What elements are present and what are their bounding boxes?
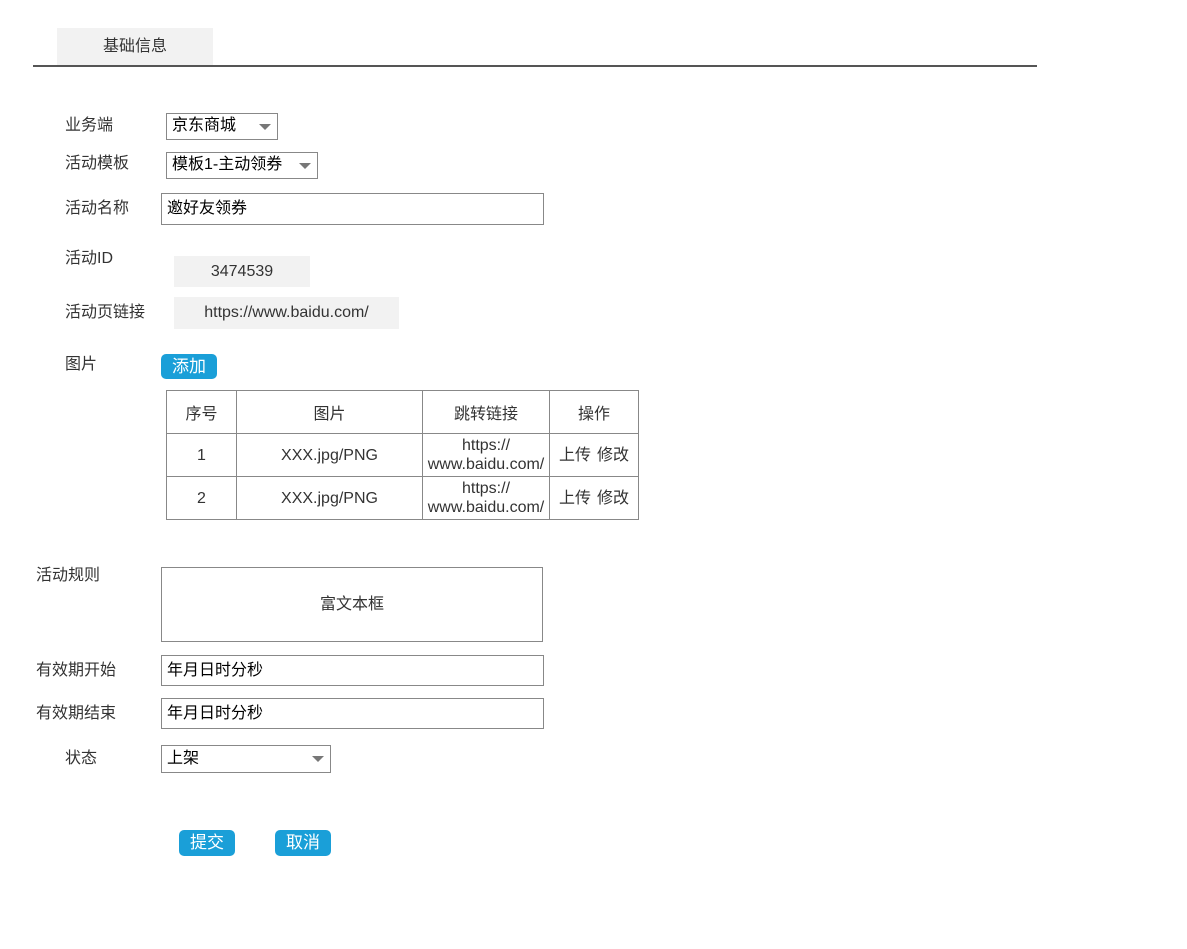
page-link-label: 活动页链接 <box>65 304 146 321</box>
add-image-button[interactable]: 添加 <box>161 354 217 379</box>
rules-label: 活动规则 <box>36 567 101 584</box>
image-table: 序号 图片 跳转链接 操作 1 XXX.jpg/PNG https:// www… <box>166 390 639 520</box>
header-index: 序号 <box>166 390 237 434</box>
activity-name-input[interactable]: 邀好友领券 <box>161 193 544 225</box>
edit-link[interactable]: 修改 <box>597 447 629 464</box>
upload-link[interactable]: 上传 <box>559 490 591 507</box>
row-index: 1 <box>166 433 237 477</box>
image-label: 图片 <box>65 356 98 373</box>
tab-basic-info[interactable]: 基础信息 <box>57 28 213 65</box>
table-header-row: 序号 图片 跳转链接 操作 <box>166 390 639 434</box>
header-action: 操作 <box>549 390 639 434</box>
business-select-value: 京东商城 <box>172 117 237 134</box>
template-select[interactable]: 模板1-主动领券 <box>166 152 318 179</box>
row-link-line1: https:// <box>461 480 511 497</box>
cancel-button[interactable]: 取消 <box>275 830 331 856</box>
header-link: 跳转链接 <box>422 390 550 434</box>
page-link-value: https://www.baidu.com/ <box>174 297 399 329</box>
status-select-value: 上架 <box>167 750 200 767</box>
rules-rich-text-editor[interactable]: 富文本框 <box>161 567 543 642</box>
tab-divider <box>33 65 1037 67</box>
template-label: 活动模板 <box>65 155 130 172</box>
chevron-down-icon <box>299 163 311 169</box>
valid-end-label: 有效期结束 <box>36 705 117 722</box>
header-image: 图片 <box>236 390 423 434</box>
activity-id-value: 3474539 <box>174 256 310 287</box>
row-link[interactable]: https:// www.baidu.com/ <box>422 433 550 477</box>
valid-start-input[interactable]: 年月日时分秒 <box>161 655 544 686</box>
table-row: 2 XXX.jpg/PNG https:// www.baidu.com/ 上传… <box>166 476 639 520</box>
row-link[interactable]: https:// www.baidu.com/ <box>422 476 550 520</box>
template-select-value: 模板1-主动领券 <box>172 156 283 173</box>
valid-start-label: 有效期开始 <box>36 662 117 679</box>
valid-end-input[interactable]: 年月日时分秒 <box>161 698 544 729</box>
submit-button[interactable]: 提交 <box>179 830 235 856</box>
row-actions: 上传 修改 <box>549 433 639 477</box>
row-image: XXX.jpg/PNG <box>236 476 423 520</box>
business-select[interactable]: 京东商城 <box>166 113 278 140</box>
status-select[interactable]: 上架 <box>161 745 331 773</box>
row-link-line2: www.baidu.com/ <box>427 456 545 473</box>
row-actions: 上传 修改 <box>549 476 639 520</box>
chevron-down-icon <box>259 124 271 130</box>
chevron-down-icon <box>312 756 324 762</box>
name-label: 活动名称 <box>65 200 130 217</box>
row-index: 2 <box>166 476 237 520</box>
row-link-line1: https:// <box>461 437 511 454</box>
row-image: XXX.jpg/PNG <box>236 433 423 477</box>
business-label: 业务端 <box>65 117 114 134</box>
activity-id-label: 活动ID <box>65 250 114 267</box>
row-link-line2: www.baidu.com/ <box>427 499 545 516</box>
edit-link[interactable]: 修改 <box>597 490 629 507</box>
table-row: 1 XXX.jpg/PNG https:// www.baidu.com/ 上传… <box>166 433 639 477</box>
status-label: 状态 <box>65 750 98 767</box>
upload-link[interactable]: 上传 <box>559 447 591 464</box>
